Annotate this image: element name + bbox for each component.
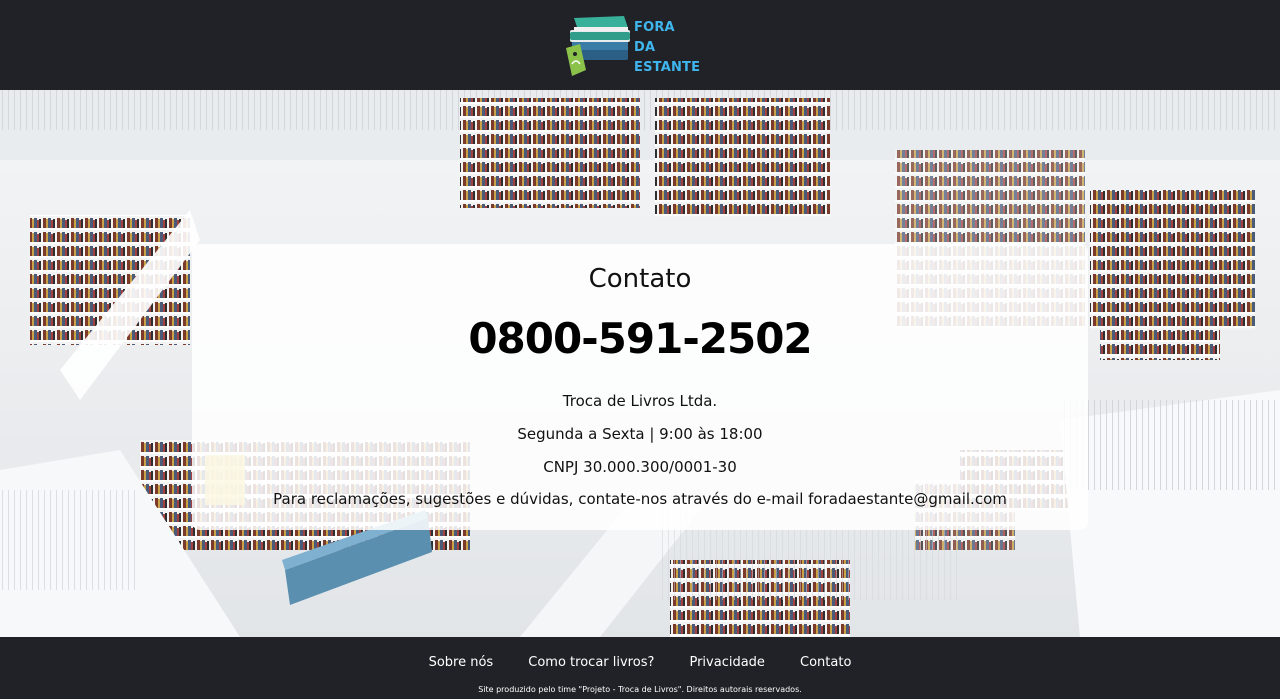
footer-nav: Sobre nós Como trocar livros? Privacidad… (0, 651, 1280, 672)
footer-link-contato[interactable]: Contato (800, 654, 851, 672)
logo-line-2: DA ESTANTE (634, 40, 701, 75)
logo-line-1: FORA (634, 20, 675, 35)
footer-link-sobre-nos[interactable]: Sobre nós (429, 654, 494, 672)
site-logo[interactable]: FORA DA ESTANTE (564, 10, 724, 80)
contact-phone: 0800-591-2502 (468, 314, 812, 363)
copyright-text: Site produzido pelo time "Projeto - Troc… (478, 685, 802, 694)
site-header: FORA DA ESTANTE (0, 0, 1280, 90)
books-logo-icon (566, 16, 630, 76)
company-name: Troca de Livros Ltda. (562, 392, 718, 410)
site-footer: Sobre nós Como trocar livros? Privacidad… (0, 637, 1280, 699)
contact-card: Contato 0800-591-2502 Troca de Livros Lt… (192, 244, 1088, 530)
logo-text: FORA DA ESTANTE (634, 18, 724, 78)
business-hours: Segunda a Sexta | 9:00 às 18:00 (517, 425, 763, 443)
contact-title: Contato (588, 264, 692, 294)
hero-library-image: Contato 0800-591-2502 Troca de Livros Lt… (0, 90, 1280, 637)
footer-link-como-trocar[interactable]: Como trocar livros? (528, 654, 654, 672)
cnpj-text: CNPJ 30.000.300/0001-30 (543, 458, 737, 476)
footer-link-privacidade[interactable]: Privacidade (689, 654, 764, 672)
contact-message: Para reclamações, sugestões e dúvidas, c… (273, 490, 1007, 508)
